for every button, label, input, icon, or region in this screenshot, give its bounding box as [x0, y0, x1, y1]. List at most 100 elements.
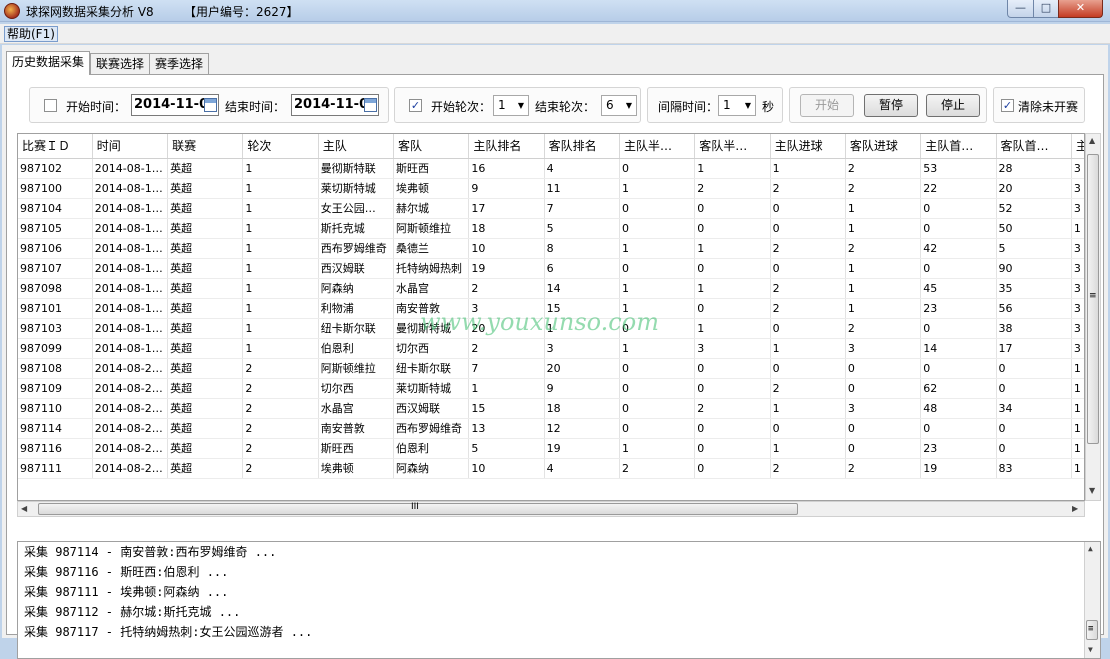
log-scroll-thumb[interactable]: ≡: [1086, 620, 1098, 640]
grid-vertical-scrollbar[interactable]: ▲ ≡ ▼: [1085, 133, 1101, 501]
table-cell: 1: [1071, 438, 1084, 459]
table-cell: 水晶宫: [318, 398, 395, 419]
column-header[interactable]: 主队半…: [619, 134, 696, 159]
column-header[interactable]: 主: [1071, 134, 1084, 159]
column-header[interactable]: 客队进球: [845, 134, 922, 159]
table-row[interactable]: 987104 2014-08-1… 英超 1 女王公园… 赫尔城 17 7 0 0 0 1 0 52 3: [18, 198, 1084, 219]
table-cell: 19: [920, 458, 997, 479]
table-cell: 0: [920, 418, 997, 439]
table-cell: 1: [619, 238, 696, 259]
table-row[interactable]: 987114 2014-08-2… 英超 2 南安普敦 西布罗姆维奇 13 12 0 0 0 0 0 0 1: [18, 418, 1084, 439]
table-row[interactable]: 987107 2014-08-1… 英超 1 西汉姆联 托特纳姆热刺 19 6 0 0 0 1 0 90 3: [18, 258, 1084, 279]
start-round-select[interactable]: 1 ▼: [493, 95, 529, 116]
clear-unstarted-checkbox[interactable]: ✓: [1001, 99, 1014, 112]
start-time-checkbox[interactable]: [44, 99, 57, 112]
end-round-select[interactable]: 6 ▼: [601, 95, 637, 116]
table-cell: 0: [845, 358, 922, 379]
interval-select[interactable]: 1 ▼: [718, 95, 756, 116]
table-cell: 英超: [167, 238, 244, 259]
table-cell: 2014-08-2…: [92, 438, 169, 459]
column-header[interactable]: 主队首…: [920, 134, 997, 159]
minimize-button[interactable]: —: [1007, 0, 1034, 18]
table-cell: 3: [1071, 298, 1084, 319]
pause-button[interactable]: 暂停: [864, 94, 918, 117]
table-cell: 2: [845, 238, 922, 259]
match-data-grid[interactable]: 比赛ＩＤ 时间 联赛 轮次 主队 客队 主队排名 客队排名 主队半… 客队半… 主队进球 客队进球 主队…: [17, 133, 1085, 501]
client-area: 历史数据采集 联赛选择 赛季选择 开始时间： 2014-11-05 结束时间： …: [2, 45, 1108, 659]
table-row[interactable]: 987102 2014-08-1… 英超 1 曼彻斯特联 斯旺西 16 4 0 1 1 2 53 28 3: [18, 158, 1084, 179]
grip-icon: ≡: [1088, 624, 1094, 634]
table-cell: 1: [242, 238, 319, 259]
close-button[interactable]: ✕: [1058, 0, 1103, 18]
table-cell: 1: [242, 338, 319, 359]
table-row[interactable]: 987100 2014-08-1… 英超 1 莱切斯特城 埃弗顿 9 11 1 2 2 2 22 20 3: [18, 178, 1084, 199]
start-button[interactable]: 开始: [800, 94, 854, 117]
table-cell: 英超: [167, 198, 244, 219]
table-cell: 19: [544, 438, 620, 459]
start-date-picker[interactable]: 2014-11-05: [131, 94, 219, 116]
tab-league-select[interactable]: 联赛选择: [90, 53, 151, 74]
scroll-right-icon[interactable]: ▶: [1072, 504, 1078, 513]
tab-history-collection[interactable]: 历史数据采集: [6, 51, 91, 75]
table-cell: 1: [242, 218, 319, 239]
table-cell: 2: [242, 358, 319, 379]
stop-button[interactable]: 停止: [926, 94, 980, 117]
column-header[interactable]: 主队进球: [770, 134, 846, 159]
table-row[interactable]: 987111 2014-08-2… 英超 2 埃弗顿 阿森纳 10 4 2 0 2 2 19 83 1: [18, 458, 1084, 479]
table-row[interactable]: 987103 2014-08-1… 英超 1 纽卡斯尔联 曼彻斯特城 20 1 0 1 0 2 0 38 3: [18, 318, 1084, 339]
round-checkbox[interactable]: ✓: [409, 99, 422, 112]
table-cell: 8: [544, 238, 620, 259]
table-cell: 4: [544, 158, 620, 179]
grid-horizontal-scrollbar[interactable]: ◀ III ▶: [17, 501, 1085, 517]
table-cell: 5: [544, 218, 620, 239]
table-cell: 48: [920, 398, 997, 419]
table-row[interactable]: 987099 2014-08-1… 英超 1 伯恩利 切尔西 2 3 1 3 1 3 14 17 3: [18, 338, 1084, 359]
table-cell: 5: [996, 238, 1072, 259]
grid-horizontal-thumb[interactable]: III: [38, 502, 798, 515]
table-cell: 20: [996, 178, 1072, 199]
table-row[interactable]: 987101 2014-08-1… 英超 1 利物浦 南安普敦 3 15 1 0 2 1 23 56 3: [18, 298, 1084, 319]
scroll-down-icon[interactable]: ▼: [1088, 645, 1093, 654]
table-cell: 56: [996, 298, 1072, 319]
table-cell: 托特纳姆热刺: [393, 258, 470, 279]
column-header[interactable]: 轮次: [242, 134, 319, 159]
table-row[interactable]: 987109 2014-08-2… 英超 2 切尔西 莱切斯特城 1 9 0 0 2 0 62 0 1: [18, 378, 1084, 399]
table-cell: 0: [920, 318, 997, 339]
table-cell: 15: [544, 298, 620, 319]
grid-vertical-thumb[interactable]: ≡: [1087, 154, 1099, 444]
column-header[interactable]: 客队半…: [694, 134, 771, 159]
column-header[interactable]: 比赛ＩＤ: [18, 134, 93, 159]
end-date-picker[interactable]: 2014-11-06: [291, 94, 379, 116]
table-row[interactable]: 987116 2014-08-2… 英超 2 斯旺西 伯恩利 5 19 1 0 1 0 23 0 1: [18, 438, 1084, 459]
column-header[interactable]: 主队: [318, 134, 395, 159]
table-row[interactable]: 987098 2014-08-1… 英超 1 阿森纳 水晶宫 2 14 1 1 2 1 45 35 3: [18, 278, 1084, 299]
table-row[interactable]: 987106 2014-08-1… 英超 1 西布罗姆维奇 桑德兰 10 8 1 1 2 2 42 5 3: [18, 238, 1084, 259]
maximize-button[interactable]: □: [1033, 0, 1059, 18]
column-header[interactable]: 客队: [393, 134, 470, 159]
table-row[interactable]: 987105 2014-08-1… 英超 1 斯托克城 阿斯顿维拉 18 5 0 0 0 1 0 50 1: [18, 218, 1084, 239]
table-row[interactable]: 987110 2014-08-2… 英超 2 水晶宫 西汉姆联 15 18 0 2 1 3 48 34 1: [18, 398, 1084, 419]
table-cell: 1: [1071, 398, 1084, 419]
menu-help[interactable]: 帮助(F1): [4, 26, 58, 42]
tab-season-select[interactable]: 赛季选择: [149, 53, 210, 74]
collection-log[interactable]: 采集 987114 - 南安普敦:西布罗姆维奇 ... 采集 987116 - 斯…: [17, 541, 1101, 659]
log-vertical-scrollbar[interactable]: ▲ ≡ ▼: [1084, 542, 1100, 658]
scroll-down-icon[interactable]: ▼: [1089, 486, 1095, 495]
table-row[interactable]: 987108 2014-08-2… 英超 2 阿斯顿维拉 纽卡斯尔联 7 20 0 0 0 0 0 0 1: [18, 358, 1084, 379]
end-round-value: 6: [606, 98, 614, 112]
column-header[interactable]: 客队排名: [544, 134, 620, 159]
scroll-up-icon[interactable]: ▲: [1088, 544, 1093, 553]
table-cell: 987105: [18, 218, 93, 239]
column-header[interactable]: 客队首…: [996, 134, 1072, 159]
table-cell: 0: [770, 418, 846, 439]
table-cell: 3: [694, 338, 771, 359]
table-cell: 1: [242, 298, 319, 319]
table-cell: 2014-08-1…: [92, 218, 169, 239]
column-header[interactable]: 时间: [92, 134, 169, 159]
table-cell: 英超: [167, 458, 244, 479]
scroll-up-icon[interactable]: ▲: [1089, 136, 1095, 145]
column-header[interactable]: 主队排名: [468, 134, 545, 159]
column-header[interactable]: 联赛: [167, 134, 244, 159]
scroll-left-icon[interactable]: ◀: [21, 504, 27, 513]
table-cell: 0: [694, 378, 771, 399]
